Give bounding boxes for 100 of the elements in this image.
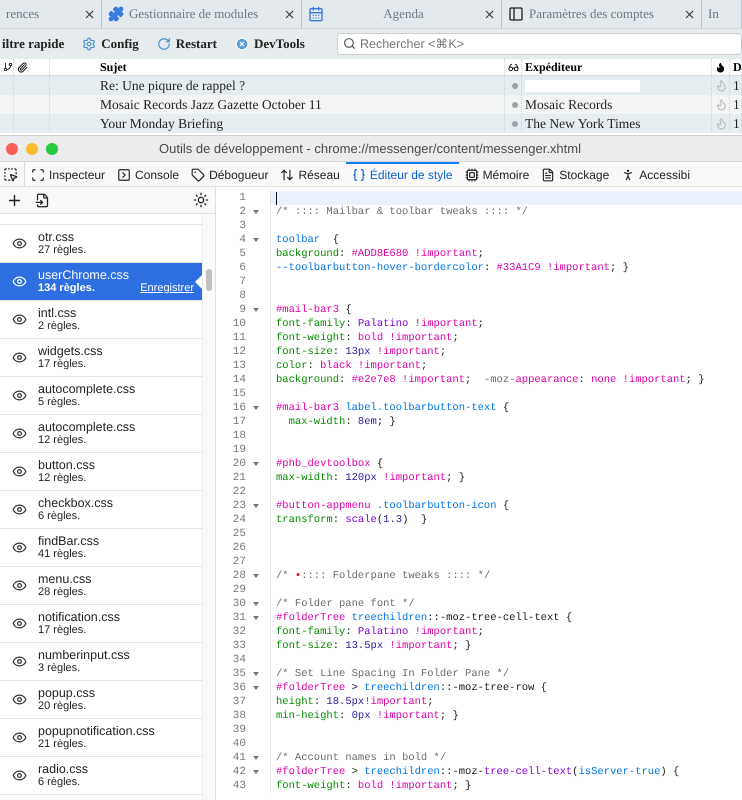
- fold-arrow-icon[interactable]: [253, 616, 259, 620]
- eye-icon[interactable]: [12, 426, 26, 441]
- chip-icon: [464, 168, 479, 182]
- stylesheet-name: radio.css: [38, 762, 90, 776]
- devtools-tab[interactable]: Éditeur de style: [346, 162, 459, 186]
- mail-tab[interactable]: In: [702, 0, 742, 28]
- eye-icon[interactable]: [12, 692, 26, 707]
- stylesheet-name: notification.css: [38, 610, 121, 624]
- close-button[interactable]: [6, 142, 18, 154]
- search-field[interactable]: Rechercher <⌘K>: [337, 33, 742, 55]
- flame-icon: [715, 79, 728, 92]
- stylesheet-name: menu.css: [38, 572, 92, 586]
- eye-icon[interactable]: [12, 654, 26, 669]
- fold-arrow-icon[interactable]: [253, 602, 259, 606]
- mail-tab[interactable]: rences: [0, 0, 102, 28]
- line-number: 1: [238, 192, 246, 204]
- toolbar-button[interactable]: DevTools: [232, 36, 307, 52]
- line-number: 30: [232, 598, 246, 610]
- code-line: --toolbarbutton-hover-bordercolor: #33A1C9 !important; }: [275, 262, 629, 274]
- mail-tab[interactable]: Gestionnaire de modules: [102, 0, 302, 28]
- fold-arrow-icon[interactable]: [253, 308, 259, 312]
- fold-arrow-icon[interactable]: [253, 504, 259, 508]
- devtools-tab[interactable]: Réseau: [274, 162, 346, 186]
- flame-icon: [715, 98, 728, 111]
- fold-arrow-icon[interactable]: [253, 686, 259, 690]
- eye-icon[interactable]: [12, 540, 26, 555]
- message-sender: Mosaic Records: [525, 96, 612, 112]
- rule-count: 12 règles.: [38, 434, 87, 446]
- eye-icon[interactable]: [12, 730, 26, 745]
- close-icon[interactable]: [683, 8, 696, 20]
- devtools-tab[interactable]: Console: [111, 162, 186, 186]
- line-number: 40: [232, 738, 246, 750]
- fold-arrow-icon[interactable]: [253, 238, 259, 242]
- save-link[interactable]: Enregistrer: [140, 282, 194, 294]
- stylesheet-item[interactable]: userChrome.css 134 règles. Enregistrer: [0, 263, 202, 301]
- line-number: 26: [232, 542, 246, 554]
- line-number: 4: [238, 234, 246, 246]
- toolbar-button[interactable]: Restart: [154, 36, 219, 52]
- eye-icon[interactable]: [12, 236, 26, 251]
- line-number: 16: [232, 402, 246, 414]
- close-icon[interactable]: [483, 8, 496, 20]
- refresh-icon: [156, 37, 171, 51]
- thread-icon[interactable]: [3, 62, 13, 72]
- devtools-tab[interactable]: Mémoire: [458, 162, 536, 186]
- close-icon[interactable]: [83, 8, 96, 20]
- settings-button[interactable]: [191, 192, 211, 208]
- rule-count: 27 règles.: [38, 244, 88, 256]
- message-subject[interactable]: Mosaic Records Jazz Gazette October 11: [100, 96, 322, 112]
- tag-icon: [191, 168, 206, 182]
- eye-icon[interactable]: [12, 578, 26, 593]
- code-line: /* :::: Mailbar & toolbar tweaks :::: */: [275, 206, 528, 218]
- stylesheet-name: autocomplete.css: [38, 382, 136, 396]
- fold-arrow-icon[interactable]: [253, 756, 259, 760]
- flame-icon[interactable]: [715, 62, 726, 72]
- line-number: 29: [232, 584, 246, 596]
- fold-arrow-icon[interactable]: [253, 210, 259, 214]
- column-header[interactable]: Expéditeur: [525, 60, 582, 74]
- eye-icon[interactable]: [12, 464, 26, 479]
- code-line: font-size: 13.5px !important; }: [275, 640, 472, 652]
- line-number: 38: [232, 710, 246, 722]
- fold-arrow-icon[interactable]: [253, 406, 259, 410]
- mail-tab[interactable]: Paramètres des comptes: [502, 0, 702, 28]
- toolbar-button[interactable]: iltre rapide: [0, 36, 66, 52]
- devtools-tab[interactable]: Accessibi: [615, 162, 696, 186]
- eye-icon[interactable]: [12, 388, 26, 403]
- devtools-tab[interactable]: Inspecteur: [25, 162, 112, 186]
- fold-arrow-icon[interactable]: [253, 770, 259, 774]
- fold-arrow-icon[interactable]: [253, 574, 259, 578]
- line-number: 22: [232, 486, 246, 498]
- code-line: background: #e2e7e8 !important; -moz-appearance: none !important; }: [275, 374, 705, 386]
- mail-tab[interactable]: Agenda: [302, 0, 502, 28]
- eye-icon[interactable]: [12, 768, 26, 783]
- message-subject[interactable]: Your Monday Briefing: [100, 116, 224, 132]
- close-icon[interactable]: [283, 8, 296, 20]
- devtools-tab[interactable]: Débogueur: [185, 162, 274, 186]
- toolbar-button[interactable]: Config: [80, 36, 141, 52]
- devtools-tab[interactable]: Stockage: [535, 162, 616, 186]
- line-number: 31: [232, 612, 246, 624]
- column-header[interactable]: D: [733, 60, 741, 74]
- rule-count: 134 règles.: [38, 282, 96, 294]
- stylesheet-name: popup.css: [38, 686, 96, 700]
- fold-arrow-icon[interactable]: [253, 672, 259, 676]
- paperclip-icon[interactable]: [17, 62, 28, 72]
- stylesheet-name: widgets.css: [38, 344, 104, 358]
- scrollbar-thumb[interactable]: [206, 269, 212, 291]
- column-header[interactable]: Sujet: [100, 60, 127, 74]
- line-number: 39: [232, 724, 246, 736]
- search-icon: [343, 37, 356, 50]
- eye-icon[interactable]: [12, 616, 26, 631]
- rule-count: 3 règles.: [38, 662, 80, 674]
- eye-icon[interactable]: [12, 502, 26, 517]
- eye-icon[interactable]: [12, 350, 26, 365]
- code-line: #button-appmenu .toolbarbutton-icon {: [275, 500, 510, 512]
- code-line: background: #ADD8E680 !important;: [275, 248, 484, 260]
- fold-arrow-icon[interactable]: [253, 462, 259, 466]
- line-number: 3: [238, 220, 246, 232]
- glasses-icon[interactable]: [508, 62, 519, 72]
- code-line: /* Set Line Spacing In Folder Pane */: [275, 668, 510, 680]
- message-subject[interactable]: Re: Une piqure de rappel ?: [100, 78, 246, 94]
- eye-icon[interactable]: [12, 312, 26, 327]
